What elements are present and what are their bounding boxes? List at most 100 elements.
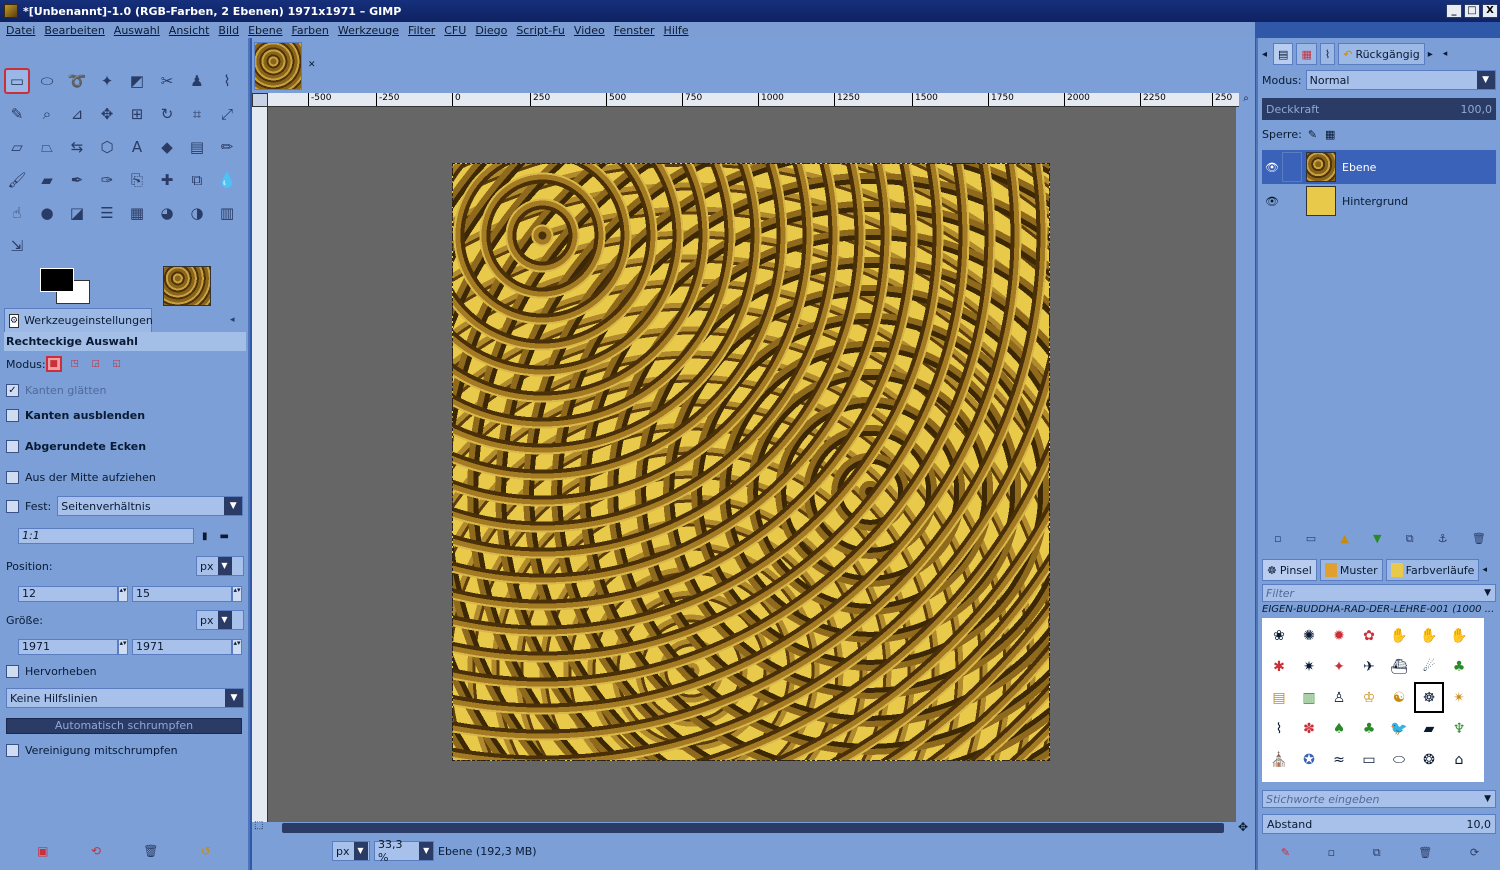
brush-item[interactable]: ≈ [1324,744,1354,775]
clone-icon[interactable]: ⎘ [124,167,150,193]
brush-item[interactable]: ❀ [1264,620,1294,651]
auto-shrink-button[interactable]: Automatisch schrumpfen [6,718,242,734]
brush-item[interactable]: ▭ [1354,744,1384,775]
delete-brush-icon[interactable]: 🗑 [1418,846,1432,860]
menu-hilfe[interactable]: Hilfe [664,24,689,37]
mode-intersect-icon[interactable]: ◱ [109,356,125,372]
brush-item[interactable]: ✺ [1294,620,1324,651]
hue-saturation-icon[interactable]: ◕ [154,200,180,226]
brush-item[interactable]: ✹ [1324,620,1354,651]
eraser-icon[interactable]: ▰ [34,167,60,193]
tab-menu-icon[interactable]: ◂ [230,315,235,325]
size-w-stepper[interactable]: ▴▾ [118,639,128,655]
quick-mask-icon[interactable]: ⬚ [254,820,263,831]
brush-item[interactable]: ♔ [1354,682,1384,713]
menu-fenster[interactable]: Fenster [614,24,655,37]
horizontal-ruler[interactable]: -500 -250 0 250 500 750 1000 1250 1500 1… [268,93,1239,107]
brush-item[interactable]: ♣ [1444,651,1474,682]
tab-gradients[interactable]: Farbverläufe [1385,559,1480,581]
brush-tags-input[interactable]: Stichworte eingeben ▼ [1262,790,1496,808]
brush-item[interactable]: ✋ [1444,620,1474,651]
gradient-map-icon[interactable]: ◪ [64,200,90,226]
ink-icon[interactable]: ✑ [94,167,120,193]
opacity-slider[interactable]: Deckkraft 100,0 [1262,98,1496,120]
curves-icon[interactable]: ▥ [214,200,240,226]
layer-mode-select[interactable]: Normal ▼ [1305,70,1496,90]
fixed-mode-select[interactable]: Seitenverhältnis ▼ [57,496,244,516]
brush-item[interactable]: ☄ [1414,651,1444,682]
brush-item[interactable]: ✋ [1414,620,1444,651]
blend-icon[interactable]: ▤ [184,134,210,160]
cage-icon[interactable]: ⬡ [94,134,120,160]
mode-replace-icon[interactable]: ■ [45,356,62,372]
active-pattern-thumbnail[interactable] [163,266,211,306]
highlight-checkbox[interactable] [6,665,19,678]
close-image-icon[interactable]: ✕ [308,60,316,70]
shrink-merged-checkbox[interactable] [6,744,19,757]
delete-layer-icon[interactable]: 🗑 [1472,532,1486,546]
brush-item[interactable]: ✷ [1294,651,1324,682]
tab-undo[interactable]: ↶ Rückgängig [1338,43,1425,65]
zoom-icon[interactable]: ⌕ [34,101,60,127]
crop-icon[interactable]: ⌗ [184,101,210,127]
menu-bild[interactable]: Bild [218,24,239,37]
brush-item[interactable]: ♙ [1324,682,1354,713]
lock-alpha-icon[interactable]: ▦ [1325,128,1335,141]
brush-item[interactable]: ⌂ [1444,744,1474,775]
text-icon[interactable]: A [124,134,150,160]
size-h-stepper[interactable]: ▴▾ [232,639,242,655]
size-w-input[interactable]: 1971 [18,639,118,655]
paths-icon[interactable]: ⌇ [214,68,240,94]
feather-checkbox[interactable] [6,409,19,422]
vertical-scrollbar[interactable] [1238,107,1252,822]
guides-select[interactable]: Keine Hilfslinien ▼ [6,688,244,708]
reset-options-icon[interactable]: ↺ [201,844,211,858]
unit-select[interactable]: px ▼ [332,841,370,861]
restore-options-icon[interactable]: ⟲ [91,844,101,858]
from-center-checkbox[interactable] [6,471,19,484]
brightness-contrast-icon[interactable]: ◑ [184,200,210,226]
ruler-corner[interactable] [252,93,268,107]
brush-item[interactable]: 🐦 [1384,713,1414,744]
position-unit-select[interactable]: px ▼ [196,556,244,576]
rotate-icon[interactable]: ↻ [154,101,180,127]
brush-item-selected[interactable]: ☸ [1414,682,1444,713]
brush-item[interactable]: ✱ [1264,651,1294,682]
visibility-eye-icon[interactable]: 👁 [1262,161,1282,174]
brush-item[interactable]: ✿ [1354,620,1384,651]
brush-item[interactable]: ⛴ [1384,651,1414,682]
brush-item[interactable]: ♣ [1354,713,1384,744]
menu-script-fu[interactable]: Script-Fu [516,24,565,37]
brush-item[interactable]: ♆ [1444,713,1474,744]
layer-name[interactable]: Hintergrund [1342,195,1408,208]
threshold-icon[interactable]: ⇲ [4,233,30,259]
rect-select-icon[interactable]: ▭ [4,68,30,94]
duplicate-brush-icon[interactable]: ⧉ [1373,846,1381,860]
brush-item[interactable]: ✴ [1444,682,1474,713]
menu-video[interactable]: Video [574,24,605,37]
brush-grid-scrollbar[interactable] [1486,618,1496,782]
levels-icon[interactable]: ☰ [94,200,120,226]
dodge-burn-icon[interactable]: ● [34,200,60,226]
brush-item[interactable]: ✋ [1384,620,1414,651]
delete-options-icon[interactable]: 🗑 [143,844,158,858]
mode-add-icon[interactable]: ◳ [67,356,83,372]
measure-icon[interactable]: ⊿ [64,101,90,127]
raise-layer-icon[interactable]: ▲ [1340,532,1348,546]
horizontal-scrollbar-thumb[interactable] [282,823,1224,833]
close-button[interactable]: X [1482,4,1498,18]
tab-scroll-left-icon[interactable]: ◂ [1262,49,1267,60]
bucket-fill-icon[interactable]: ◆ [154,134,180,160]
tab-scroll-right-icon[interactable]: ▸ [1428,49,1433,60]
mode-subtract-icon[interactable]: ◲ [88,356,104,372]
layer-row[interactable]: 👁 Hintergrund [1262,184,1496,218]
menu-ansicht[interactable]: Ansicht [169,24,210,37]
fg-bg-color-swatches[interactable] [38,266,92,306]
foreground-select-icon[interactable]: ♟ [184,68,210,94]
airbrush-icon[interactable]: ✒ [64,167,90,193]
menu-farben[interactable]: Farben [292,24,329,37]
tab-paths[interactable]: ⌇ [1319,43,1336,65]
perspective-icon[interactable]: ⏢ [34,134,60,160]
smudge-icon[interactable]: ☝ [4,200,30,226]
layer-row[interactable]: 👁 Ebene [1262,150,1496,184]
